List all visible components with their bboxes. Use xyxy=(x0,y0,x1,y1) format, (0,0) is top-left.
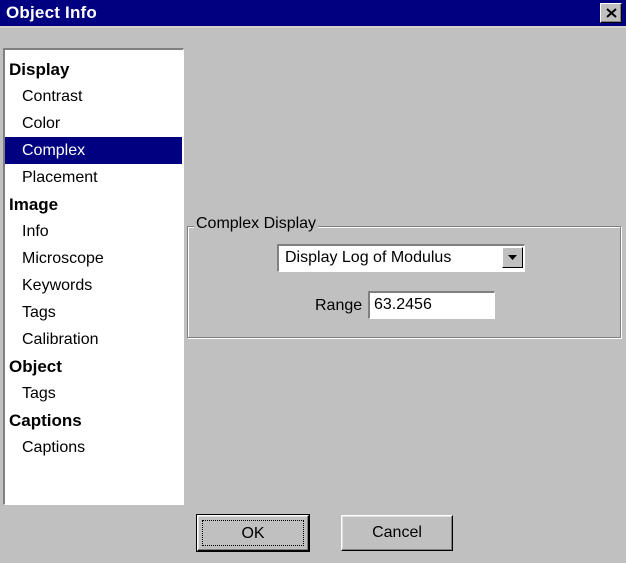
close-icon xyxy=(606,8,617,18)
nav-item-image-tags[interactable]: Tags xyxy=(5,299,182,326)
display-mode-value: Display Log of Modulus xyxy=(285,249,452,266)
nav-item-color[interactable]: Color xyxy=(5,110,182,137)
group-label: Complex Display xyxy=(194,215,319,233)
ok-button-label: OK xyxy=(202,520,304,546)
ok-button[interactable]: OK xyxy=(196,514,310,552)
nav-header-image[interactable]: Image xyxy=(5,191,182,218)
nav-item-microscope[interactable]: Microscope xyxy=(5,245,182,272)
chevron-down-icon xyxy=(508,255,517,260)
cancel-button[interactable]: Cancel xyxy=(341,515,453,551)
category-list[interactable]: Display Contrast Color Complex Placement… xyxy=(3,48,184,505)
nav-item-info[interactable]: Info xyxy=(5,218,182,245)
title-bar[interactable]: Object Info xyxy=(0,0,626,28)
nav-item-captions[interactable]: Captions xyxy=(5,434,182,461)
nav-item-object-tags[interactable]: Tags xyxy=(5,380,182,407)
nav-item-calibration[interactable]: Calibration xyxy=(5,326,182,353)
nav-header-object[interactable]: Object xyxy=(5,353,182,380)
range-label: Range xyxy=(315,297,363,314)
close-button[interactable] xyxy=(600,3,622,23)
nav-item-placement[interactable]: Placement xyxy=(5,164,182,191)
nav-item-contrast[interactable]: Contrast xyxy=(5,83,182,110)
nav-item-complex[interactable]: Complex xyxy=(5,137,182,164)
nav-header-captions[interactable]: Captions xyxy=(5,407,182,434)
display-mode-select[interactable]: Display Log of Modulus xyxy=(277,244,525,272)
dropdown-button[interactable] xyxy=(502,247,523,268)
window-title: Object Info xyxy=(6,3,97,22)
range-input[interactable]: 63.2456 xyxy=(368,291,495,319)
nav-header-display[interactable]: Display xyxy=(5,56,182,83)
nav-item-keywords[interactable]: Keywords xyxy=(5,272,182,299)
complex-display-group: Complex Display xyxy=(187,215,621,338)
